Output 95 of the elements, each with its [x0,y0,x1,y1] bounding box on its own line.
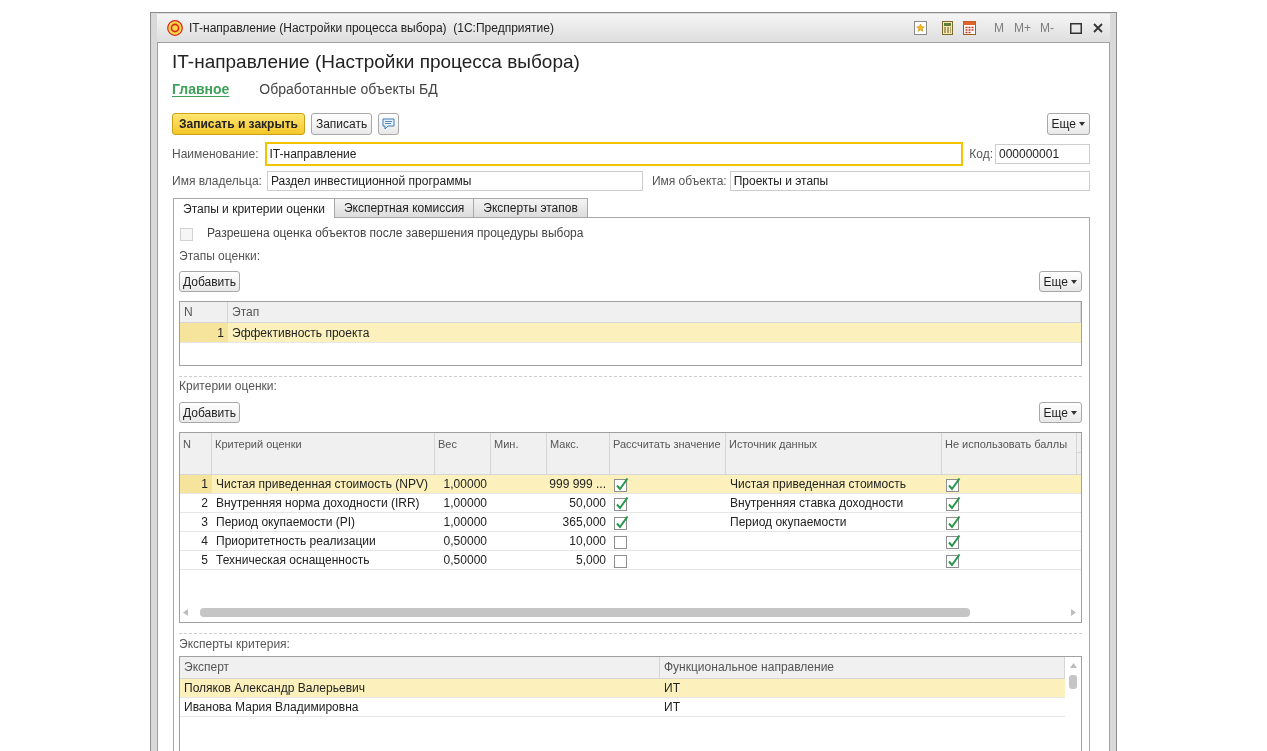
column-header[interactable]: N [180,302,228,322]
table-cell-text: 1,00000 [442,476,488,493]
table-cell-text: 0,50000 [442,552,488,569]
column-header[interactable]: Источник данных [726,433,942,474]
add-button[interactable]: Добавить [179,402,241,423]
table-cell-text: 365,000 [561,514,607,531]
table-row[interactable]: 4 Приоритетность реализации 0,50000 10,000 [180,532,1081,551]
field-label: Имя объекта: [651,173,727,190]
table-cell-text: Чистая приведенная стоимость [729,476,907,493]
text-field[interactable]: 000000001 [995,144,1090,164]
scrollbar-thumb[interactable] [1069,675,1077,689]
field-label: Имя владельца: [172,173,262,190]
table-cell-text: Чистая приведенная стоимость (NPV) [215,476,429,493]
section-label: Этапы оценки: [179,248,261,264]
table-cell-text: 1,00000 [442,514,488,531]
more-button[interactable]: Еще [1038,402,1082,423]
column-header[interactable]: Критерий оценки [212,433,435,474]
column-header[interactable]: Эксперт [180,657,660,678]
table-cell-text: Период окупаемости (PI) [215,514,357,531]
caret-icon [1071,279,1077,284]
table-cell-text: Эффективность проекта [231,324,371,342]
save-button[interactable]: Записать [310,113,373,135]
scrollbar-thumb[interactable] [200,608,970,617]
checkbox[interactable] [946,514,961,530]
comment-button[interactable] [378,113,400,135]
nav-link[interactable]: Обработанные объекты БД [259,78,438,100]
tab[interactable]: Экспертная комиссия [333,198,475,217]
checkbox[interactable] [614,514,629,530]
table-cell-text: ИТ [663,699,681,716]
table-cell-text: 999 999 ... [548,476,607,493]
maximize-icon[interactable] [1070,22,1082,34]
table-cell-text: 5,000 [574,552,607,569]
field-label: Наименование: [172,146,259,163]
caret-icon [1071,410,1077,415]
text-field[interactable]: IT-направление [264,142,964,166]
caret-icon [1079,122,1085,126]
table-cell-text: 0,50000 [442,533,488,550]
section-label: Критерии оценки: [179,378,277,394]
table-row[interactable]: 2 Внутренняя норма доходности (IRR) 1,00000 50,000 Внутренняя ставка доходности [180,494,1081,513]
tab[interactable]: Эксперты этапов [473,198,588,217]
table-cell-text: 50,000 [568,495,607,512]
window-title: IT-направление (Настройки процесса выбора) (1С:Предприятие) [189,20,554,37]
table-cell-text: 10,000 [568,533,607,550]
table-cell-text: Приоритетность реализации [215,533,377,550]
more-button[interactable]: Еще [1046,113,1090,135]
table-cell: 1 [180,475,212,493]
text-field[interactable]: Проекты и этапы [729,171,1090,191]
table-cell-text: Техническая оснащенность [215,552,371,569]
table-row[interactable]: 1 Эффективность проекта [180,323,1081,343]
star-document-icon[interactable] [914,21,927,35]
field-label: Код: [969,146,993,163]
table-cell-text: Поляков Александр Валерьевич [183,680,366,697]
form-title: IT-направление (Настройки процесса выбора) [172,50,581,74]
save-and-close-button[interactable]: Записать и закрыть [172,113,305,135]
more-button[interactable]: Еще [1038,271,1082,292]
column-header[interactable]: Вес [435,433,491,474]
table-cell-text: 1,00000 [442,495,488,512]
table-row[interactable]: Поляков Александр Валерьевич ИТ [180,679,1065,698]
checkbox[interactable] [946,476,961,492]
checkbox[interactable] [614,552,629,568]
table-cell-text: Иванова Мария Владимировна [183,699,360,716]
column-header[interactable]: Этап [228,302,1081,322]
table-cell-text: Период окупаемости [729,514,848,531]
table-cell-text: Внутренняя норма доходности (IRR) [215,495,421,512]
table-row[interactable]: 1 Чистая приведенная стоимость (NPV) 1,00000 999 999 ... Чистая приведенная стоимость [180,475,1081,494]
calculator-icon[interactable] [942,21,953,35]
close-icon[interactable] [1093,23,1103,33]
table-cell-text: 4 [200,533,209,550]
table-cell-text: 3 [200,514,209,531]
table-cell-text: 2 [200,495,209,512]
calendar-icon[interactable] [963,21,976,35]
column-header[interactable]: Макс. [547,433,610,474]
table-cell-text: ИТ [663,680,681,697]
checkbox[interactable] [614,495,629,511]
checkbox[interactable] [946,552,961,568]
checkbox[interactable] [946,495,961,511]
table-cell: 1 [180,323,228,342]
table-row[interactable]: 5 Техническая оснащенность 0,50000 5,000 [180,551,1081,570]
table-row[interactable]: 3 Период окупаемости (PI) 1,00000 365,000 Период окупаемости [180,513,1081,532]
section-label: Эксперты критерия: [179,636,290,652]
column-header[interactable]: Не использовать баллы [942,433,1077,474]
column-header[interactable]: Рассчитать значение [610,433,726,474]
tab[interactable]: Этапы и критерии оценки [173,198,335,218]
checkbox-label: Разрешена оценка объектов после завершения процедуры выбора [207,225,584,242]
column-header[interactable]: N [180,433,212,474]
text-field[interactable]: Раздел инвестиционной программы [266,171,643,191]
checkbox[interactable] [614,533,629,549]
checkbox[interactable] [614,476,629,492]
app-logo-icon [167,20,183,36]
table-cell-text: Внутренняя ставка доходности [729,495,905,512]
checkbox[interactable] [946,533,961,549]
table-cell-text: 5 [200,552,209,569]
add-button[interactable]: Добавить [179,271,241,292]
speech-bubble-icon [382,118,396,130]
column-header[interactable]: Мин. [491,433,547,474]
